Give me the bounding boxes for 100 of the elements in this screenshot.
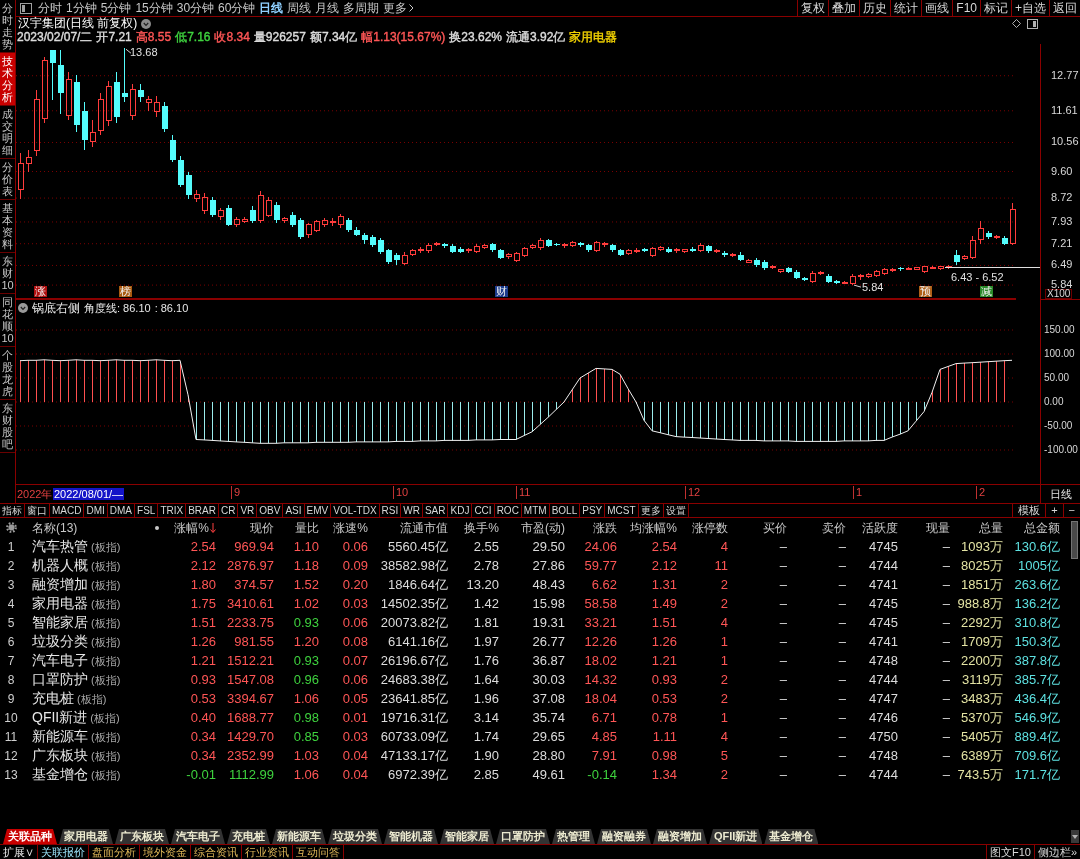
info-link[interactable]: 盘面分析 <box>89 845 140 859</box>
column-header[interactable]: 涨停数 <box>677 520 728 535</box>
sector-name[interactable]: 口罩防护 <box>32 671 88 688</box>
indicator-tab[interactable]: EMV <box>304 504 332 517</box>
column-header[interactable]: 卖价 <box>787 520 846 535</box>
period-tab[interactable]: 月线 <box>313 0 342 16</box>
indicator-tab[interactable]: TRIX <box>158 504 187 517</box>
indicator-tab[interactable]: MCST <box>605 504 639 517</box>
indicator-tab[interactable]: 设置 <box>663 504 689 517</box>
sector-tab[interactable]: QFII新进 <box>709 829 763 844</box>
dropdown-circle-icon[interactable] <box>141 18 152 29</box>
sector-name[interactable]: 家用电器 <box>32 595 88 612</box>
side-tab[interactable]: 技术分析 <box>0 53 15 106</box>
toolbar-button[interactable]: F10 <box>952 0 980 16</box>
indicator-tool-button[interactable]: + <box>1045 504 1063 517</box>
indicator-tab[interactable]: KDJ <box>448 504 473 517</box>
indicator-tab[interactable]: OBV <box>257 504 284 517</box>
toolbar-button[interactable]: 标记 <box>980 0 1011 16</box>
toolbar-button[interactable]: 复权 <box>797 0 829 16</box>
column-header[interactable]: 均涨幅% <box>617 520 677 535</box>
sector-tab[interactable]: 热管理 <box>552 829 595 844</box>
sector-name[interactable]: 汽车电子 <box>32 652 88 669</box>
column-header[interactable]: 现量 <box>898 520 950 535</box>
sector-name[interactable]: 汽车热管 <box>32 538 88 555</box>
indicator-tab[interactable]: RSI <box>379 504 402 517</box>
indicator-tab[interactable]: 更多 <box>638 504 664 517</box>
column-header[interactable]: 买价 <box>728 520 787 535</box>
indicator-tab[interactable]: ROC <box>494 504 522 517</box>
column-header[interactable]: 现价 <box>216 520 274 535</box>
indicator-tool-button[interactable]: 模板 <box>1012 504 1046 517</box>
settings-icon[interactable] <box>5 522 17 533</box>
sector-tab[interactable]: 家用电器 <box>59 829 113 844</box>
indicator-tab[interactable]: MACD <box>50 504 85 517</box>
expand-button[interactable]: 扩展∨ <box>0 845 38 859</box>
info-link[interactable]: 行业资讯 <box>242 845 293 859</box>
period-tab[interactable]: 周线 <box>285 0 314 16</box>
indicator-tab[interactable]: PSY <box>580 504 606 517</box>
column-header[interactable]: 名称(13) <box>32 520 78 535</box>
sector-name[interactable]: 智能家居 <box>32 614 88 631</box>
column-header[interactable]: 涨速% <box>319 520 368 535</box>
indicator-tab[interactable]: BOLL <box>549 504 581 517</box>
column-header[interactable]: 总量 <box>950 520 1003 535</box>
indicator-tab[interactable]: FSL <box>135 504 159 517</box>
indicator-tool-button[interactable]: − <box>1062 504 1080 517</box>
diamond-icon[interactable] <box>1012 19 1021 28</box>
period-tab[interactable]: 多周期 <box>341 0 382 16</box>
indicator-tab[interactable]: 指标 <box>0 504 25 517</box>
side-tab[interactable]: 东财股吧 <box>0 400 15 453</box>
sector-name[interactable]: 机器人概 <box>32 557 88 574</box>
indicator-tab[interactable]: MTM <box>521 504 550 517</box>
toolbar-button[interactable]: 统计 <box>890 0 922 16</box>
indicator-tab[interactable]: VOL-TDX <box>331 504 380 517</box>
more-button[interactable]: 更多 <box>381 0 417 16</box>
toolbar-button[interactable]: 叠加 <box>828 0 860 16</box>
indicator-tab[interactable]: CR <box>218 504 239 517</box>
period-tab[interactable]: 分时 <box>36 0 64 16</box>
sector-tab[interactable]: 口罩防护 <box>496 829 550 844</box>
indicator-tab[interactable]: CCI <box>472 504 495 517</box>
sector-name[interactable]: 垃圾分类 <box>32 633 88 650</box>
toolbar-button[interactable]: 画线 <box>921 0 953 16</box>
period-tab[interactable]: 15分钟 <box>133 0 175 16</box>
event-marker[interactable]: 榜 <box>119 286 132 297</box>
sector-tab[interactable]: 融资增加 <box>653 829 707 844</box>
side-tab[interactable]: 基本资料 <box>0 200 15 253</box>
sector-name[interactable]: QFII新进 <box>32 709 88 726</box>
indicator-tab[interactable]: 窗口 <box>25 504 50 517</box>
sector-name[interactable]: 新能源车 <box>32 728 88 745</box>
sector-tab[interactable]: 智能机器 <box>384 829 438 844</box>
sector-name[interactable]: 融资增加 <box>32 576 88 593</box>
info-link[interactable]: 互动问答 <box>293 845 344 859</box>
footer-button[interactable]: 侧边栏» <box>1033 845 1080 859</box>
sector-tab[interactable]: 充电桩 <box>227 829 270 844</box>
toolbar-button[interactable]: 返回 <box>1049 0 1080 16</box>
column-header[interactable]: 换手% <box>448 520 499 535</box>
scrollbar-thumb[interactable] <box>1071 521 1078 559</box>
sector-name[interactable]: 充电桩 <box>32 690 74 707</box>
sector-name[interactable]: 基金增仓 <box>32 766 88 783</box>
info-link[interactable]: 境外资金 <box>140 845 191 859</box>
period-tab[interactable]: 日线 <box>257 0 286 16</box>
indicator-tab[interactable]: ASI <box>283 504 305 517</box>
toolbar-button[interactable]: +自选 <box>1011 0 1049 16</box>
info-link[interactable]: 综合资讯 <box>191 845 242 859</box>
column-header[interactable]: 涨跌 <box>565 520 617 535</box>
column-header[interactable]: 流通市值 <box>368 520 448 535</box>
column-header[interactable]: 总金额 <box>1003 520 1060 535</box>
panel-icon[interactable] <box>1027 18 1038 29</box>
sector-tab[interactable]: 广东板块 <box>115 829 169 844</box>
column-header[interactable]: 涨幅% <box>168 520 216 535</box>
side-tab[interactable]: 同花顺10 <box>0 294 15 347</box>
period-tab[interactable]: 1分钟 <box>64 0 99 16</box>
event-marker[interactable]: 财 <box>495 286 508 297</box>
indicator-tab[interactable]: SAR <box>422 504 449 517</box>
indicator-tab[interactable]: DMA <box>107 504 136 517</box>
dropdown-button[interactable] <box>1071 830 1079 843</box>
period-tab[interactable]: 60分钟 <box>216 0 258 16</box>
indicator-tab[interactable]: DMI <box>84 504 108 517</box>
column-header[interactable]: 量比 <box>274 520 319 535</box>
period-tab[interactable]: 30分钟 <box>174 0 217 16</box>
sector-tab[interactable]: 基金增仓 <box>764 829 819 844</box>
event-marker[interactable]: 涨 <box>34 286 47 297</box>
